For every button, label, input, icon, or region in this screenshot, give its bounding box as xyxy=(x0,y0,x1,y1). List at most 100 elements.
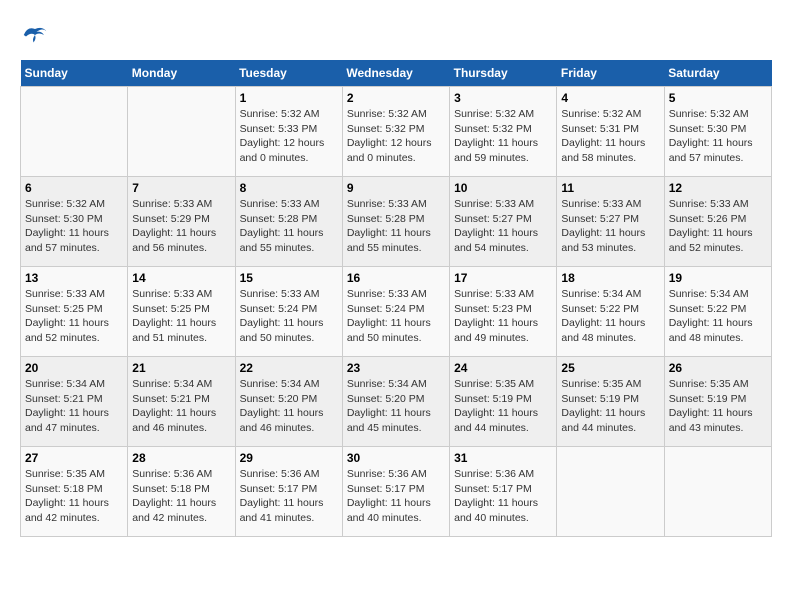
day-cell: 31Sunrise: 5:36 AM Sunset: 5:17 PM Dayli… xyxy=(450,447,557,537)
day-info: Sunrise: 5:33 AM Sunset: 5:26 PM Dayligh… xyxy=(669,197,767,256)
day-info: Sunrise: 5:32 AM Sunset: 5:32 PM Dayligh… xyxy=(347,107,445,166)
day-info: Sunrise: 5:35 AM Sunset: 5:19 PM Dayligh… xyxy=(454,377,552,436)
day-info: Sunrise: 5:32 AM Sunset: 5:30 PM Dayligh… xyxy=(25,197,123,256)
day-info: Sunrise: 5:34 AM Sunset: 5:20 PM Dayligh… xyxy=(240,377,338,436)
day-cell: 18 Sunrise: 5:34 AM Sunset: 5:22 PM Dayli… xyxy=(557,267,664,357)
day-number: 16 xyxy=(347,271,445,285)
day-info: Sunrise: 5:33 AM Sunset: 5:28 PM Dayligh… xyxy=(240,197,338,256)
day-info: Sunrise: 5:33 AM Sunset: 5:29 PM Dayligh… xyxy=(132,197,230,256)
weekday-header-friday: Friday xyxy=(557,60,664,87)
day-cell xyxy=(128,87,235,177)
day-info: Sunrise: 5:35 AM Sunset: 5:19 PM Dayligh… xyxy=(669,377,767,436)
day-info: Sunrise: 5:33 AM Sunset: 5:27 PM Dayligh… xyxy=(454,197,552,256)
weekday-header-wednesday: Wednesday xyxy=(342,60,449,87)
week-row-1: 1 Sunrise: 5:32 AM Sunset: 5:33 PM Daylig… xyxy=(21,87,772,177)
day-info: Sunrise: 5:33 AM Sunset: 5:28 PM Dayligh… xyxy=(347,197,445,256)
day-info: Sunrise: 5:36 AM Sunset: 5:17 PM Dayligh… xyxy=(240,467,338,526)
day-number: 12 xyxy=(669,181,767,195)
day-info: Sunrise: 5:32 AM Sunset: 5:31 PM Dayligh… xyxy=(561,107,659,166)
day-cell xyxy=(21,87,128,177)
week-row-4: 20 Sunrise: 5:34 AM Sunset: 5:21 PM Dayli… xyxy=(21,357,772,447)
day-number: 10 xyxy=(454,181,552,195)
weekday-header-saturday: Saturday xyxy=(664,60,771,87)
weekday-header-monday: Monday xyxy=(128,60,235,87)
day-number: 26 xyxy=(669,361,767,375)
day-cell: 15 Sunrise: 5:33 AM Sunset: 5:24 PM Dayli… xyxy=(235,267,342,357)
day-info: Sunrise: 5:34 AM Sunset: 5:22 PM Dayligh… xyxy=(561,287,659,346)
day-number: 13 xyxy=(25,271,123,285)
day-info: Sunrise: 5:33 AM Sunset: 5:27 PM Dayligh… xyxy=(561,197,659,256)
day-info: Sunrise: 5:36 AM Sunset: 5:17 PM Dayligh… xyxy=(347,467,445,526)
weekday-header-thursday: Thursday xyxy=(450,60,557,87)
day-cell xyxy=(557,447,664,537)
logo-icon xyxy=(20,20,50,50)
day-info: Sunrise: 5:35 AM Sunset: 5:19 PM Dayligh… xyxy=(561,377,659,436)
day-cell: 1 Sunrise: 5:32 AM Sunset: 5:33 PM Daylig… xyxy=(235,87,342,177)
day-cell: 27 Sunrise: 5:35 AM Sunset: 5:18 PM Dayli… xyxy=(21,447,128,537)
day-info: Sunrise: 5:35 AM Sunset: 5:18 PM Dayligh… xyxy=(25,467,123,526)
day-cell: 24 Sunrise: 5:35 AM Sunset: 5:19 PM Dayli… xyxy=(450,357,557,447)
day-cell: 4 Sunrise: 5:32 AM Sunset: 5:31 PM Daylig… xyxy=(557,87,664,177)
day-cell: 11Sunrise: 5:33 AM Sunset: 5:27 PM Dayli… xyxy=(557,177,664,267)
day-number: 3 xyxy=(454,91,552,105)
day-info: Sunrise: 5:33 AM Sunset: 5:25 PM Dayligh… xyxy=(132,287,230,346)
day-number: 25 xyxy=(561,361,659,375)
day-number: 15 xyxy=(240,271,338,285)
day-number: 9 xyxy=(347,181,445,195)
day-info: Sunrise: 5:32 AM Sunset: 5:32 PM Dayligh… xyxy=(454,107,552,166)
day-cell: 5 Sunrise: 5:32 AM Sunset: 5:30 PM Daylig… xyxy=(664,87,771,177)
day-number: 6 xyxy=(25,181,123,195)
day-info: Sunrise: 5:32 AM Sunset: 5:33 PM Dayligh… xyxy=(240,107,338,166)
weekday-header-tuesday: Tuesday xyxy=(235,60,342,87)
day-cell: 22 Sunrise: 5:34 AM Sunset: 5:20 PM Dayli… xyxy=(235,357,342,447)
day-number: 31 xyxy=(454,451,552,465)
header-row: SundayMondayTuesdayWednesdayThursdayFrid… xyxy=(21,60,772,87)
day-info: Sunrise: 5:32 AM Sunset: 5:30 PM Dayligh… xyxy=(669,107,767,166)
day-cell: 20 Sunrise: 5:34 AM Sunset: 5:21 PM Dayli… xyxy=(21,357,128,447)
day-number: 7 xyxy=(132,181,230,195)
day-number: 4 xyxy=(561,91,659,105)
day-info: Sunrise: 5:34 AM Sunset: 5:21 PM Dayligh… xyxy=(132,377,230,436)
day-number: 20 xyxy=(25,361,123,375)
day-number: 1 xyxy=(240,91,338,105)
day-number: 17 xyxy=(454,271,552,285)
week-row-5: 27 Sunrise: 5:35 AM Sunset: 5:18 PM Dayli… xyxy=(21,447,772,537)
day-number: 8 xyxy=(240,181,338,195)
day-cell: 23 Sunrise: 5:34 AM Sunset: 5:20 PM Dayli… xyxy=(342,357,449,447)
day-cell: 10 Sunrise: 5:33 AM Sunset: 5:27 PM Dayli… xyxy=(450,177,557,267)
day-number: 21 xyxy=(132,361,230,375)
day-cell: 12 Sunrise: 5:33 AM Sunset: 5:26 PM Dayli… xyxy=(664,177,771,267)
day-number: 22 xyxy=(240,361,338,375)
day-cell: 17Sunrise: 5:33 AM Sunset: 5:23 PM Dayli… xyxy=(450,267,557,357)
day-number: 27 xyxy=(25,451,123,465)
day-info: Sunrise: 5:36 AM Sunset: 5:18 PM Dayligh… xyxy=(132,467,230,526)
calendar-table: SundayMondayTuesdayWednesdayThursdayFrid… xyxy=(20,60,772,537)
day-info: Sunrise: 5:34 AM Sunset: 5:20 PM Dayligh… xyxy=(347,377,445,436)
calendar-header: SundayMondayTuesdayWednesdayThursdayFrid… xyxy=(21,60,772,87)
day-cell: 6 Sunrise: 5:32 AM Sunset: 5:30 PM Daylig… xyxy=(21,177,128,267)
day-cell: 26 Sunrise: 5:35 AM Sunset: 5:19 PM Dayli… xyxy=(664,357,771,447)
header xyxy=(20,20,772,50)
week-row-3: 13 Sunrise: 5:33 AM Sunset: 5:25 PM Dayli… xyxy=(21,267,772,357)
day-info: Sunrise: 5:33 AM Sunset: 5:24 PM Dayligh… xyxy=(240,287,338,346)
day-number: 2 xyxy=(347,91,445,105)
day-cell: 13Sunrise: 5:33 AM Sunset: 5:25 PM Dayli… xyxy=(21,267,128,357)
day-number: 18 xyxy=(561,271,659,285)
week-row-2: 6 Sunrise: 5:32 AM Sunset: 5:30 PM Daylig… xyxy=(21,177,772,267)
day-number: 24 xyxy=(454,361,552,375)
day-cell: 28Sunrise: 5:36 AM Sunset: 5:18 PM Dayli… xyxy=(128,447,235,537)
day-cell: 29Sunrise: 5:36 AM Sunset: 5:17 PM Dayli… xyxy=(235,447,342,537)
day-number: 23 xyxy=(347,361,445,375)
weekday-header-sunday: Sunday xyxy=(21,60,128,87)
day-cell: 9 Sunrise: 5:33 AM Sunset: 5:28 PM Daylig… xyxy=(342,177,449,267)
day-info: Sunrise: 5:34 AM Sunset: 5:21 PM Dayligh… xyxy=(25,377,123,436)
day-cell: 21 Sunrise: 5:34 AM Sunset: 5:21 PM Dayli… xyxy=(128,357,235,447)
day-cell: 30 Sunrise: 5:36 AM Sunset: 5:17 PM Dayli… xyxy=(342,447,449,537)
day-number: 30 xyxy=(347,451,445,465)
day-number: 14 xyxy=(132,271,230,285)
day-cell: 3 Sunrise: 5:32 AM Sunset: 5:32 PM Daylig… xyxy=(450,87,557,177)
day-info: Sunrise: 5:34 AM Sunset: 5:22 PM Dayligh… xyxy=(669,287,767,346)
day-number: 19 xyxy=(669,271,767,285)
day-cell: 14 Sunrise: 5:33 AM Sunset: 5:25 PM Dayli… xyxy=(128,267,235,357)
day-number: 5 xyxy=(669,91,767,105)
